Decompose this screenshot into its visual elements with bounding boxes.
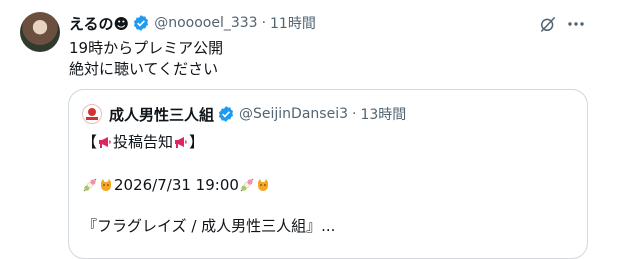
post-line-2: 絶対に聴いてください bbox=[69, 60, 219, 78]
separator: · bbox=[352, 106, 357, 122]
post-line-1: 19時からプレミア公開 bbox=[69, 39, 224, 57]
cat-icon bbox=[98, 177, 114, 198]
display-name[interactable]: えるの☻ bbox=[69, 13, 129, 34]
megaphone-icon bbox=[173, 134, 189, 155]
user-handle[interactable]: @nooooel_333 bbox=[154, 15, 257, 31]
announcement-text: 投稿告知 bbox=[113, 133, 174, 151]
post-header: えるの☻ @nooooel_333 · 11時間 bbox=[69, 13, 316, 33]
quoted-handle[interactable]: @SeijinDansei3 bbox=[239, 106, 348, 122]
dango-icon bbox=[239, 177, 255, 198]
separator: · bbox=[261, 15, 267, 31]
quoted-line-title: 『フラグレイズ / 成人男性三人組』... bbox=[82, 217, 336, 235]
quoted-post[interactable]: 成人男性三人組 @SeijinDansei3 · 13時間 【投稿告知】 202… bbox=[68, 89, 588, 259]
quoted-line-date: 2026/7/31 19:00 bbox=[82, 175, 271, 198]
quoted-display-name[interactable]: 成人男性三人組 bbox=[109, 104, 214, 125]
post-text: 19時からプレミア公開 絶対に聴いてください bbox=[69, 38, 223, 80]
announcement-date: 2026/7/31 19:00 bbox=[114, 176, 239, 194]
verified-badge-icon[interactable] bbox=[132, 14, 150, 32]
user-avatar[interactable] bbox=[20, 12, 60, 52]
dango-icon bbox=[82, 177, 98, 198]
quoted-header: 成人男性三人組 @SeijinDansei3 · 13時間 bbox=[109, 104, 406, 124]
bracket-open: 【 bbox=[82, 133, 98, 151]
more-icon[interactable] bbox=[566, 14, 586, 34]
post-time[interactable]: 11時間 bbox=[270, 13, 316, 33]
quoted-line-announcement: 【投稿告知】 bbox=[82, 132, 204, 155]
bracket-close: 】 bbox=[189, 133, 205, 151]
verified-badge-icon[interactable] bbox=[217, 105, 235, 123]
cat-icon bbox=[255, 177, 271, 198]
grok-icon[interactable] bbox=[538, 14, 558, 34]
quoted-avatar[interactable] bbox=[82, 104, 102, 124]
quoted-time[interactable]: 13時間 bbox=[360, 104, 406, 124]
megaphone-icon bbox=[97, 134, 113, 155]
